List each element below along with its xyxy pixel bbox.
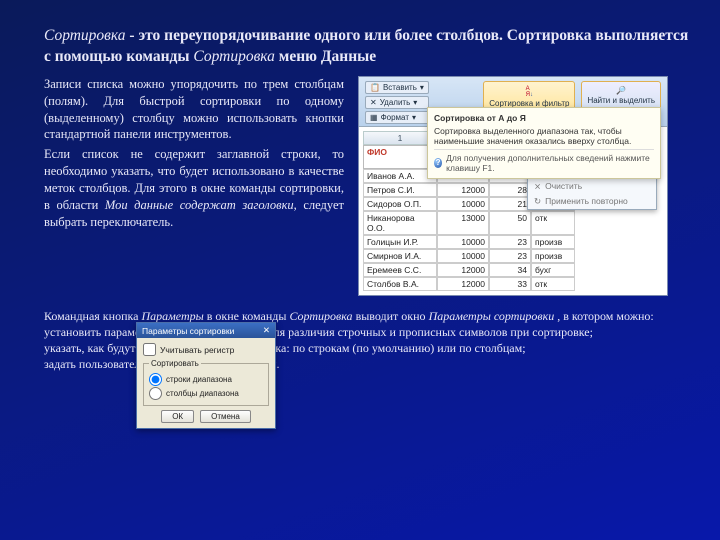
sort-az-icon: АЯ↓ <box>526 86 533 98</box>
table-row: Никанорова О.О.1300050отк <box>363 211 663 235</box>
paragraph-2: Если список не содержит заглавной строки… <box>44 146 344 230</box>
tooltip-title: Сортировка от А до Я <box>434 113 654 123</box>
cancel-button[interactable]: Отмена <box>200 410 251 423</box>
clear-icon: ⨯ <box>534 181 541 192</box>
cell[interactable]: Сидоров О.П. <box>363 197 437 211</box>
cell[interactable]: 23 <box>489 249 531 263</box>
cell[interactable]: отк <box>531 277 575 291</box>
cols-radio[interactable] <box>149 387 162 400</box>
cell[interactable]: Голицын И.Р. <box>363 235 437 249</box>
binoculars-icon: 🔎 <box>616 86 626 95</box>
cell[interactable]: произв <box>531 235 575 249</box>
ok-button[interactable]: ОК <box>161 410 194 423</box>
reapply-icon: ↻ <box>534 196 541 207</box>
paste-button[interactable]: 📋Вставить ▾ <box>365 81 429 94</box>
tooltip-body: Сортировка выделенного диапазона так, чт… <box>434 126 654 146</box>
sort-params-dialog: Параметры сортировки ✕ Учитывать регистр… <box>136 322 276 429</box>
dialog-title: Параметры сортировки <box>142 326 234 336</box>
cell[interactable]: Никанорова О.О. <box>363 211 437 235</box>
cell[interactable]: 33 <box>489 277 531 291</box>
table-row: Еремеев С.С.1200034бухг <box>363 263 663 277</box>
rows-radio[interactable] <box>149 373 162 386</box>
case-checkbox[interactable] <box>143 343 156 356</box>
cell[interactable]: произв <box>531 249 575 263</box>
cell[interactable]: 12000 <box>437 263 489 277</box>
cell[interactable]: 50 <box>489 211 531 235</box>
cell[interactable]: отк <box>531 211 575 235</box>
menu-clear[interactable]: ⨯Очистить <box>528 179 656 194</box>
cell[interactable]: 10000 <box>437 197 489 211</box>
cell[interactable]: 10000 <box>437 249 489 263</box>
cell[interactable]: 12000 <box>437 183 489 197</box>
slide-title: Сортировка - это переупорядочивание одно… <box>44 26 690 68</box>
excel-screenshot: 📋Вставить ▾ ✕Удалить ▾ ▦Формат ▾ АЯ↓ Сор… <box>358 76 668 296</box>
table-row: Голицын И.Р.1000023произв <box>363 235 663 249</box>
help-icon: ? <box>434 158 442 168</box>
col-num-1[interactable]: 1 <box>363 131 437 145</box>
tooltip: Сортировка от А до Я Сортировка выделенн… <box>427 107 661 179</box>
cell[interactable]: 12000 <box>437 277 489 291</box>
format-button[interactable]: ▦Формат ▾ <box>365 111 429 124</box>
close-icon[interactable]: ✕ <box>263 325 270 336</box>
menu-reapply[interactable]: ↻Применить повторно <box>528 194 656 209</box>
table-row: Смирнов И.А.1000023произв <box>363 249 663 263</box>
paragraph-1: Записи списка можно упорядочить по трем … <box>44 76 344 144</box>
cell[interactable]: 23 <box>489 235 531 249</box>
cell[interactable]: 13000 <box>437 211 489 235</box>
table-row: Столбов В.А.1200033отк <box>363 277 663 291</box>
cell[interactable]: Смирнов И.А. <box>363 249 437 263</box>
cell[interactable]: Столбов В.А. <box>363 277 437 291</box>
delete-button[interactable]: ✕Удалить ▾ <box>365 96 429 109</box>
cell[interactable]: 34 <box>489 263 531 277</box>
cell[interactable]: Еремеев С.С. <box>363 263 437 277</box>
title-term: Сортировка <box>44 27 126 44</box>
cell[interactable]: 28 <box>489 183 531 197</box>
cell[interactable]: Петров С.И. <box>363 183 437 197</box>
cell[interactable]: 21 <box>489 197 531 211</box>
cell[interactable]: бухг <box>531 263 575 277</box>
delete-icon: ✕ <box>370 98 377 107</box>
cell[interactable]: 10000 <box>437 235 489 249</box>
format-icon: ▦ <box>370 113 378 122</box>
cell[interactable]: Иванов А.А. <box>363 169 437 183</box>
body-text: Записи списка можно упорядочить по трем … <box>44 76 344 296</box>
paste-icon: 📋 <box>370 83 380 92</box>
